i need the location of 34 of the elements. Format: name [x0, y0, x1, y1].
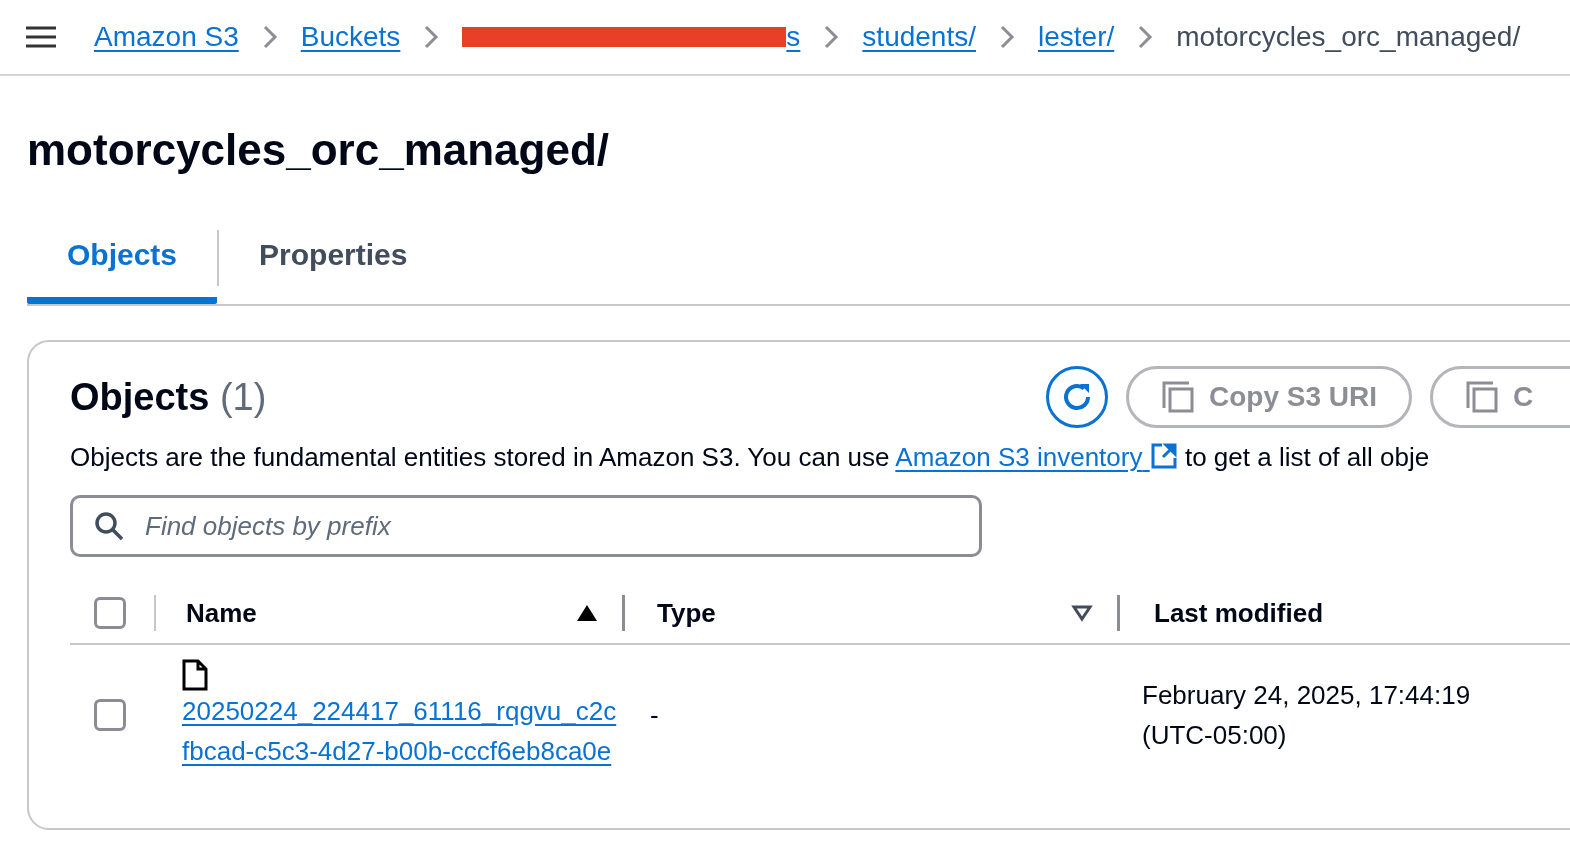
panel-title: Objects (1)	[70, 374, 267, 420]
copy-icon	[1465, 380, 1499, 414]
column-header: Name	[186, 596, 257, 630]
sort-down-icon[interactable]	[1071, 604, 1093, 622]
chevron-right-icon	[998, 23, 1016, 51]
inventory-link[interactable]: Amazon S3 inventory	[895, 442, 1178, 472]
breadcrumb-link[interactable]: lester/	[1038, 16, 1115, 58]
panel-description: Objects are the fundamental entities stored in Amazon S3. You can use Amazon S3 inventory to get a list of all obje	[70, 441, 1431, 474]
chevron-right-icon	[422, 23, 441, 51]
page-title: motorcycles_orc_managed/	[27, 128, 611, 172]
tab[interactable]: Properties	[219, 224, 448, 304]
modified-cell-text: February 24, 2025, 17:44:19 (UTC-05:00)	[1142, 679, 1472, 752]
file-icon	[182, 659, 208, 691]
breadcrumb-link[interactable]: s	[462, 16, 801, 58]
breadcrumb-link[interactable]: Buckets	[300, 16, 401, 58]
type-cell-text: -	[649, 698, 660, 732]
object-link[interactable]: 20250224_224417_61116_rqgvu_c2cfbcad-c5c3-4d27-b00b-cccf6eb8ca0e	[182, 691, 622, 771]
search-icon	[94, 511, 124, 541]
breadcrumb-link[interactable]: Amazon S3	[94, 16, 239, 58]
chevron-right-icon	[1136, 23, 1155, 51]
column-header: Type	[657, 596, 716, 630]
tab[interactable]: Objects	[27, 224, 218, 304]
checkbox[interactable]	[94, 699, 126, 731]
checkbox[interactable]	[94, 597, 126, 629]
chevron-right-icon	[822, 23, 841, 51]
search-field[interactable]: Find objects by prefix	[70, 495, 982, 557]
breadcrumb-link[interactable]: students/	[862, 16, 976, 58]
breadcrumb-current: motorcycles_orc_managed/	[1176, 20, 1521, 54]
copy-icon	[1160, 380, 1195, 414]
external-link-icon	[1149, 442, 1178, 470]
sort-up-icon[interactable]	[576, 604, 598, 622]
refresh-button[interactable]	[1045, 366, 1108, 428]
column-header: Last modified	[1154, 596, 1323, 630]
menu-icon[interactable]	[26, 25, 56, 49]
